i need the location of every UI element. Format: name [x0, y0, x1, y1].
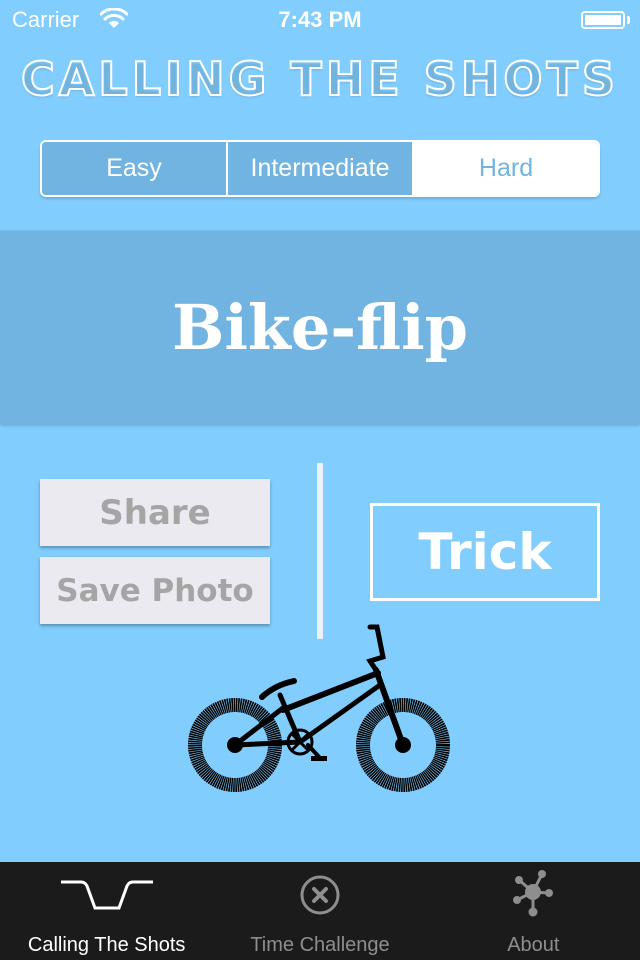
- segment-hard[interactable]: Hard: [412, 142, 598, 195]
- difficulty-segmented-control[interactable]: Easy Intermediate Hard: [40, 140, 600, 197]
- network-icon: [513, 870, 554, 917]
- battery-tip: [627, 16, 630, 24]
- status-bar: Carrier 7:43 PM: [0, 0, 640, 40]
- trick-button[interactable]: Trick: [370, 503, 600, 601]
- bike-frame: [232, 624, 406, 761]
- tab-label: Time Challenge: [250, 934, 390, 956]
- current-trick-name: Bike-flip: [171, 291, 469, 364]
- circle-x-icon: [300, 875, 340, 915]
- tab-label: About: [507, 934, 560, 956]
- vertical-divider: [317, 463, 323, 639]
- save-photo-button[interactable]: Save Photo: [40, 557, 270, 624]
- tab-calling-the-shots[interactable]: Calling The Shots: [0, 862, 213, 960]
- tab-about[interactable]: About: [427, 862, 640, 960]
- clock: 7:43 PM: [278, 7, 362, 32]
- tab-label: Calling The Shots: [27, 934, 186, 956]
- tab-bar: Calling The Shots Time Challenge About: [0, 862, 640, 960]
- tab-time-challenge[interactable]: Time Challenge: [213, 862, 426, 960]
- segment-intermediate[interactable]: Intermediate: [226, 142, 412, 195]
- battery-full-icon: [581, 11, 625, 29]
- bmx-bike-icon: [188, 624, 450, 792]
- segment-easy[interactable]: Easy: [42, 142, 226, 195]
- trick-banner: Bike-flip: [0, 231, 640, 424]
- handlebar-icon: [60, 880, 153, 910]
- app-title: CALLING THE SHOTS: [20, 51, 619, 107]
- share-button[interactable]: Share: [40, 479, 270, 546]
